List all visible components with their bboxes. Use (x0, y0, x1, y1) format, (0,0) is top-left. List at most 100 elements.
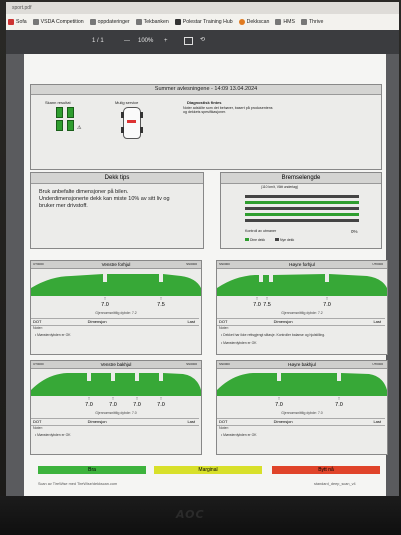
depth-value: ↑ 7.0 (323, 296, 331, 309)
browser-tab[interactable]: sport.pdf (12, 5, 31, 11)
rotate-icon[interactable]: ⟲ (200, 36, 205, 43)
page-icon (32, 19, 39, 25)
depth-value: ↑ 7.0 (275, 396, 283, 409)
depth-value: ↑ 7.0 (85, 396, 93, 409)
note-bullet: • Mønsterdybden er OK (221, 341, 257, 345)
brake-bar (245, 213, 359, 216)
page-icon (174, 19, 181, 25)
bookmark-hms[interactable]: HMS (275, 19, 295, 25)
zoom-out-button[interactable]: — (124, 38, 130, 44)
report-title: Summer avlesningene - 14:09 13.04.2024 (31, 85, 381, 95)
brake-bar (245, 195, 359, 198)
bookmarks-bar: Sofa VSDA Competition oppdateringer Tekb… (6, 14, 399, 31)
tire-code: UT0000 (33, 362, 44, 366)
tread-profile (217, 274, 387, 296)
monitor-bezel: AOC (0, 496, 401, 535)
page-indicator: 1 / 1 (92, 38, 104, 44)
groove-label: Gjennomsnittlig dybde: 7.0 (95, 411, 137, 415)
zoom-level[interactable]: 100% (138, 38, 153, 44)
footer-right: standard_deep_scan_v4 (314, 482, 356, 486)
tread-profile (31, 373, 201, 396)
page-icon (89, 19, 96, 25)
fit-page-icon[interactable] (184, 37, 193, 45)
zoom-in-button[interactable]: + (164, 38, 168, 44)
legend-new: Nye dekk (275, 238, 294, 242)
note-bullet: • Mønsterdybden er OK (35, 333, 71, 337)
brake-bar (245, 201, 359, 204)
tire-code: SN0000 (219, 362, 230, 366)
note-bullet: • Mønsterdybden er OK (221, 433, 257, 437)
tire-code: UT0000 (372, 262, 383, 266)
pdf-page: Summer avlesningene - 14:09 13.04.2024 S… (24, 54, 388, 496)
summary-panel: Summer avlesningene - 14:09 13.04.2024 S… (30, 84, 382, 170)
scan-result-label: Skann resultat (45, 100, 71, 105)
page-icon (135, 19, 142, 25)
diagnostic-note: Noter adskilte som det behøver, basert p… (183, 106, 273, 114)
tire-status-icon (67, 107, 74, 118)
status-replace: Bytt nå (272, 466, 380, 474)
tire-spec-row: DOT Dimensjon Last (31, 318, 199, 326)
groove-label: Gjennomsnittlig dybde: 7.2 (281, 311, 323, 315)
depth-readings: ↑ 7.0 ↑ 7.0 (217, 397, 387, 411)
warning-icon: ⚠ (77, 125, 82, 131)
depth-readings: ↑ 7.0 ↑ 7.5 (31, 297, 201, 311)
notes-label: Noter: (33, 426, 43, 430)
note-bullet: • Dekket har ikke rettsgjengt slitasje. … (221, 333, 326, 337)
tire-code: UT0000 (372, 362, 383, 366)
tire-code: SN0000 (219, 262, 230, 266)
depth-readings: ↑ 7.0 ↑ 7.0 ↑ 7.0 ↑ 7.0 (31, 397, 201, 411)
tire-spec-row: DOT Dimensjon Last (217, 418, 385, 426)
tread-profile (217, 373, 387, 396)
bookmark-thrive[interactable]: Thrive (300, 19, 323, 25)
tips-title: Dekk tips (31, 173, 203, 184)
brake-control-value: 0% (351, 229, 358, 234)
bookmark-dekkscan[interactable]: Dekkscan (238, 19, 269, 25)
page-icon (275, 19, 282, 25)
pdf-toolbar: 1 / 1 — 100% + ⟲ (6, 30, 399, 54)
status-good: Bra (38, 466, 146, 474)
bookmark-tekbanken[interactable]: Tekbanken (135, 19, 169, 25)
brake-subtitle: (110 km/t, Vått underlag) (261, 185, 299, 189)
page-icon (300, 19, 307, 25)
bookmark-polestar[interactable]: Polestar Training Hub (174, 19, 233, 25)
depth-value: ↑ 7.0 (109, 396, 117, 409)
bookmark-sofa[interactable]: Sofa (8, 19, 27, 25)
brake-bar (245, 207, 359, 210)
tire-spec-row: DOT Dimensjon Last (217, 318, 385, 326)
tire-code: SN0000 (186, 362, 197, 366)
tire-card-rear-left: Venstre bakhjul UT0000 SN0000 ↑ 7.0 ↑ 7.0 … (30, 360, 202, 455)
monitor-screen: sport.pdf Sofa VSDA Competition oppdater… (6, 2, 399, 496)
tire-status-icon (56, 120, 63, 131)
brake-bar (245, 219, 359, 222)
service-label: Mulig service (115, 100, 139, 105)
tire-status-icon (67, 120, 74, 131)
brake-panel: Bremselengde (110 km/t, Vått underlag) K… (220, 172, 382, 249)
footer-left: Scan av TireWise med TireWise/dekkscan.c… (38, 482, 118, 486)
pdf-viewer: Summer avlesningene - 14:09 13.04.2024 S… (6, 54, 399, 496)
tire-card-front-left: Venstre forhjul UT0000 SN0000 ↑ 7.0 ↑ 7.5 … (30, 260, 202, 355)
tire-code: UT0000 (33, 262, 44, 266)
tire-spec-row: DOT Dimensjon Last (31, 418, 199, 426)
bookmark-vsda[interactable]: VSDA Competition (32, 19, 84, 25)
notes-label: Noter: (219, 426, 229, 430)
diagnostic-label: Diagnostisk fintes (187, 100, 222, 105)
groove-label: Gjennomsnittlig dybde: 7.2 (95, 311, 137, 315)
tips-text: Bruk anbefalte dimensjoner på bilen. Und… (39, 189, 170, 209)
tire-status-icon (56, 107, 63, 118)
monitor-logo: AOC (176, 508, 205, 521)
bookmark-oppdateringer[interactable]: oppdateringer (89, 19, 130, 25)
tread-profile (31, 274, 201, 296)
tire-card-front-right: Høyre forhjul SN0000 UT0000 ↑ 7.0 ↑ 7.5 ↑ 7… (216, 260, 388, 355)
notes-label: Noter: (219, 326, 229, 330)
browser-tab-bar: sport.pdf (6, 2, 399, 14)
tips-panel: Dekk tips Bruk anbefalte dimensjoner på … (30, 172, 204, 249)
depth-value: ↑ 7.0 (157, 396, 165, 409)
groove-label: Gjennomsnittlig dybde: 7.0 (281, 411, 323, 415)
status-marginal: Marginal (154, 466, 262, 474)
tire-code: SN0000 (186, 262, 197, 266)
depth-value: ↑ 7.0 (133, 396, 141, 409)
page-icon (238, 19, 245, 25)
depth-readings: ↑ 7.0 ↑ 7.5 ↑ 7.0 (217, 297, 387, 311)
tire-card-rear-right: Høyre bakhjul SN0000 UT0000 ↑ 7.0 ↑ 7.0 Gj… (216, 360, 388, 455)
page-icon (8, 19, 14, 25)
